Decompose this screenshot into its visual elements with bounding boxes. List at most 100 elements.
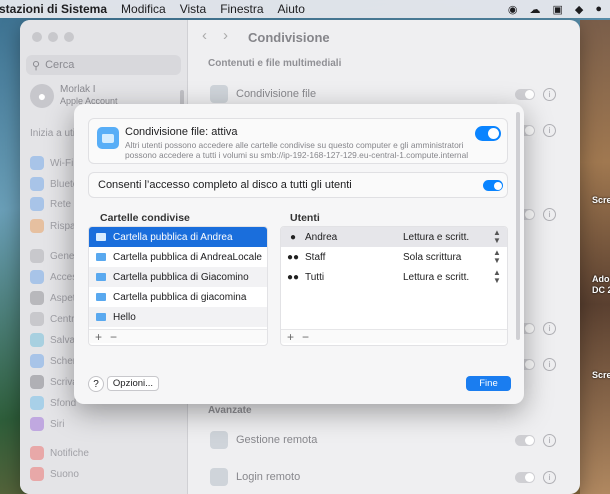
table-row[interactable]: ●● Staff Sola scrittura ▲ ▼ bbox=[281, 247, 507, 267]
row-label: Condivisione file bbox=[236, 88, 317, 100]
list-item[interactable]: Cartella pubblica di Andrea bbox=[89, 227, 267, 247]
menu-app-name[interactable]: stazioni di Sistema bbox=[0, 2, 107, 16]
sidebar-item-displays[interactable]: Scher bbox=[30, 354, 76, 368]
list-item[interactable]: Hello bbox=[89, 307, 267, 327]
sidebar-item-bluetooth[interactable]: Blueto bbox=[30, 177, 78, 191]
row-remote-login[interactable]: Login remoto i bbox=[206, 463, 566, 491]
sidebar-item-sound[interactable]: Suono bbox=[30, 467, 79, 481]
table-row[interactable]: ●● Tutti Lettura e scritt. ▲ ▼ bbox=[281, 267, 507, 287]
add-folder-button[interactable]: + bbox=[95, 330, 102, 344]
menu-finestra[interactable]: Finestra bbox=[220, 2, 263, 16]
sidebar-item-label: Suono bbox=[50, 468, 79, 480]
terminal-icon bbox=[210, 468, 228, 486]
info-icon[interactable]: i bbox=[543, 357, 556, 371]
search-icon: ⚲ bbox=[32, 59, 41, 72]
info-icon[interactable]: i bbox=[543, 207, 556, 221]
remove-folder-button[interactable]: − bbox=[110, 330, 117, 344]
folder-name: Cartella pubblica di Giacomino bbox=[113, 271, 249, 283]
sidebar-item-control-center[interactable]: Centr bbox=[30, 312, 74, 326]
chevron-updown-icon[interactable]: ▲ ▼ bbox=[493, 249, 501, 265]
desktop-file-label[interactable]: Scre bbox=[592, 370, 610, 380]
sidebar-item-appearance[interactable]: Aspet bbox=[30, 291, 76, 305]
sidebar-item-energy[interactable]: Rispa bbox=[30, 219, 76, 233]
sidebar-item-label: Aspet bbox=[50, 292, 76, 304]
wallpaper-icon bbox=[30, 396, 44, 410]
notifications-icon bbox=[30, 446, 44, 460]
list-item[interactable]: Cartella pubblica di Giacomino bbox=[89, 267, 267, 287]
zoom-button[interactable] bbox=[64, 32, 74, 42]
file-sharing-toggle[interactable] bbox=[475, 126, 501, 141]
options-button[interactable]: Opzioni... bbox=[107, 376, 159, 391]
layers-icon[interactable]: ◆ bbox=[575, 3, 583, 16]
file-sharing-toggle-bg[interactable] bbox=[515, 88, 535, 100]
sidebar-item-accessibility[interactable]: Acces bbox=[30, 270, 77, 284]
desktop-file-label[interactable]: DC 2 bbox=[592, 285, 610, 295]
cloud-icon[interactable]: ☁ bbox=[529, 3, 540, 16]
desktop-background bbox=[580, 20, 610, 494]
permission-select[interactable]: Sola scrittura bbox=[403, 252, 487, 263]
user-account-icon[interactable]: ● bbox=[595, 3, 602, 16]
help-button[interactable]: ? bbox=[88, 376, 104, 392]
sidebar-item-siri[interactable]: Siri bbox=[30, 417, 64, 431]
menu-vista[interactable]: Vista bbox=[180, 2, 206, 16]
list-item[interactable]: Cartella pubblica di giacomina bbox=[89, 287, 267, 307]
permission-select[interactable]: Lettura e scritt. bbox=[403, 232, 487, 243]
info-icon[interactable]: i bbox=[543, 321, 556, 335]
permission-select[interactable]: Lettura e scritt. bbox=[403, 272, 487, 283]
desktop-file-label[interactable]: Ado bbox=[592, 274, 610, 284]
users-header: Utenti bbox=[290, 212, 320, 224]
binoculars-icon[interactable]: ◉ bbox=[508, 3, 518, 16]
sidebar-item-desktop[interactable]: Scriva bbox=[30, 375, 78, 389]
sidebar-item-network[interactable]: Rete bbox=[30, 197, 71, 211]
full-disk-toggle[interactable] bbox=[483, 180, 503, 191]
sidebar-item-screensaver[interactable]: Salva bbox=[30, 333, 75, 347]
avatar: ● bbox=[30, 84, 54, 108]
display-icon bbox=[30, 354, 44, 368]
menu-aiuto[interactable]: Aiuto bbox=[278, 2, 305, 16]
forward-icon[interactable]: › bbox=[223, 27, 244, 44]
done-button[interactable]: Fine bbox=[466, 376, 511, 391]
folder-icon bbox=[96, 293, 106, 301]
sidebar-item-general[interactable]: Gener bbox=[30, 249, 78, 263]
folder-name: Cartella pubblica di AndreaLocale bbox=[113, 251, 262, 263]
file-sharing-description: Altri utenti possono accedere alle carte… bbox=[125, 140, 469, 160]
sidebar-item-wallpaper[interactable]: Sfond bbox=[30, 396, 76, 410]
close-button[interactable] bbox=[32, 32, 42, 42]
users-list: ● Andrea Lettura e scritt. ▲ ▼ ●● Staff Sola s… bbox=[280, 226, 508, 346]
folder-icon bbox=[96, 253, 106, 261]
info-icon[interactable]: i bbox=[543, 470, 556, 484]
section-media-heading: Contenuti e file multimediali bbox=[208, 58, 342, 69]
menu-modifica[interactable]: Modifica bbox=[121, 2, 166, 16]
sidebar-item-notifications[interactable]: Notifiche bbox=[30, 446, 89, 460]
sidebar-item-wifi[interactable]: Wi-Fi bbox=[30, 156, 73, 170]
search-placeholder: Cerca bbox=[45, 59, 75, 71]
desktop-file-label[interactable]: Scre bbox=[592, 195, 610, 205]
remove-user-button[interactable]: − bbox=[302, 330, 309, 344]
sidebar-item-label: Centr bbox=[50, 313, 75, 325]
remote-management-toggle[interactable] bbox=[515, 434, 535, 446]
chevron-updown-icon[interactable]: ▲ ▼ bbox=[493, 229, 501, 245]
sidebar-item-label: Siri bbox=[50, 418, 65, 430]
info-icon[interactable]: i bbox=[543, 123, 556, 137]
info-icon[interactable]: i bbox=[543, 87, 556, 101]
gear-icon bbox=[30, 249, 44, 263]
screensaver-icon bbox=[30, 333, 44, 347]
sheet-scrollbar[interactable] bbox=[516, 112, 520, 340]
table-row[interactable]: ● Andrea Lettura e scritt. ▲ ▼ bbox=[281, 227, 507, 247]
group-icon: ●● bbox=[287, 251, 300, 263]
page-title: Condivisione bbox=[248, 30, 330, 45]
info-icon[interactable]: i bbox=[543, 433, 556, 447]
sidebar-getting-started[interactable]: Inizia a uti bbox=[30, 128, 75, 139]
chevron-updown-icon[interactable]: ▲ ▼ bbox=[493, 269, 501, 285]
sidebar-item-label: Rete bbox=[50, 198, 72, 210]
row-remote-management[interactable]: Gestione remota i bbox=[206, 426, 566, 454]
minimize-button[interactable] bbox=[48, 32, 58, 42]
screen-mirroring-icon[interactable]: ▣ bbox=[552, 3, 562, 16]
appearance-icon bbox=[30, 291, 44, 305]
back-icon[interactable]: ‹ bbox=[202, 27, 223, 44]
search-field[interactable]: ⚲ Cerca bbox=[26, 55, 181, 75]
add-user-button[interactable]: + bbox=[287, 330, 294, 344]
remote-login-toggle[interactable] bbox=[515, 471, 535, 483]
folder-share-icon bbox=[97, 127, 119, 149]
list-item[interactable]: Cartella pubblica di AndreaLocale bbox=[89, 247, 267, 267]
